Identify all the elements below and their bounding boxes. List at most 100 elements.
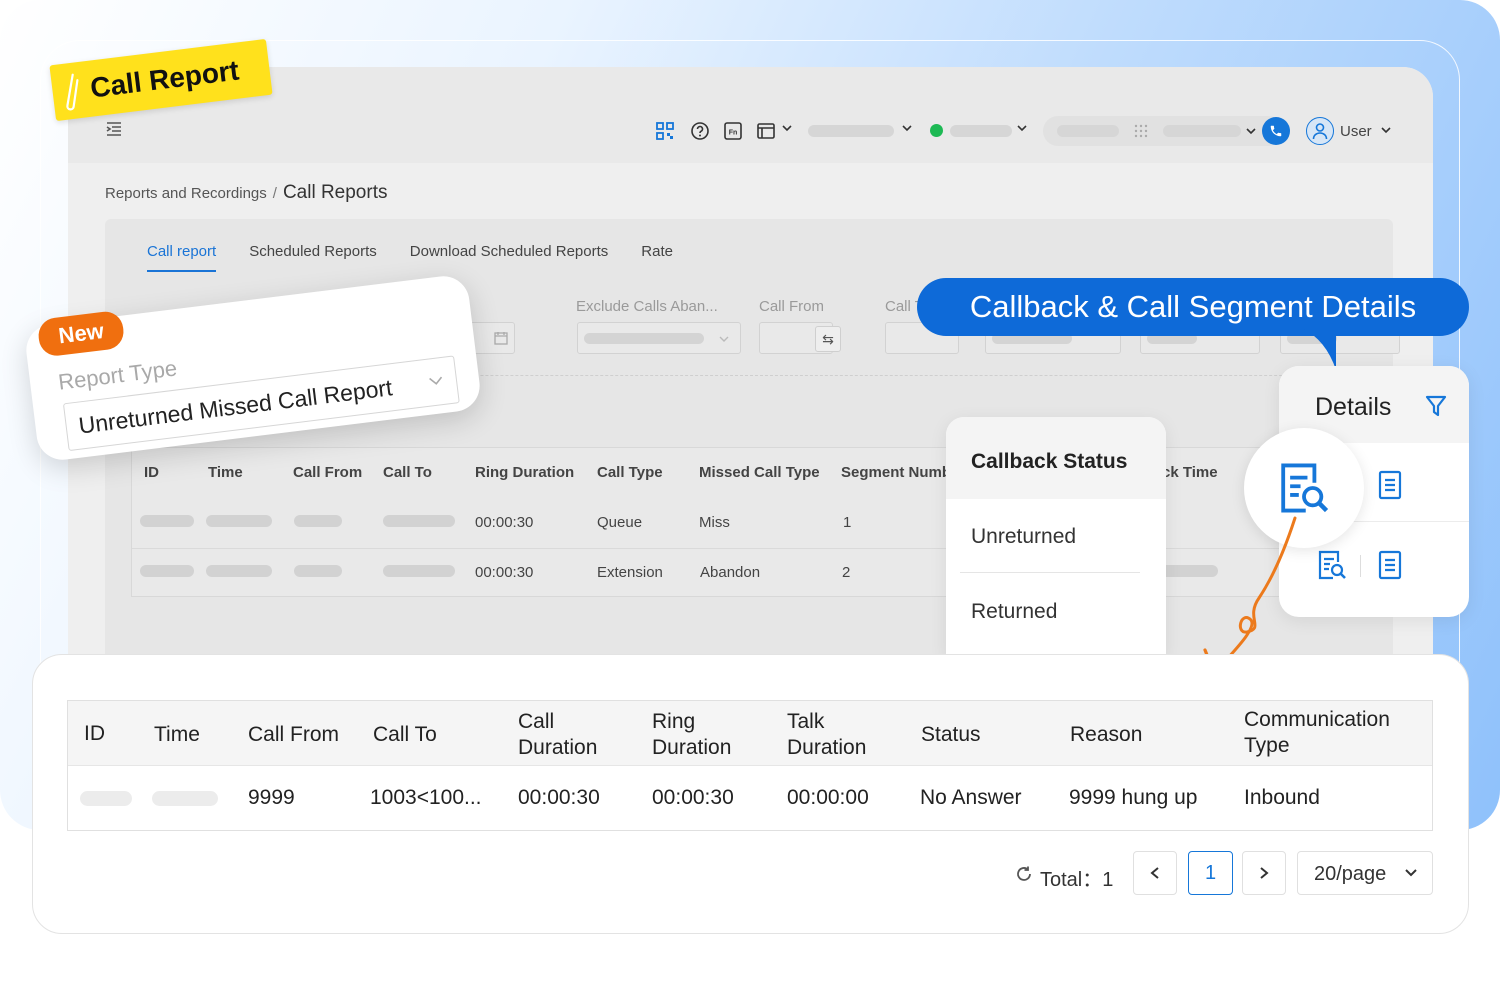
placeholder-pill [80, 791, 132, 806]
user-menu-label[interactable]: User [1340, 123, 1372, 140]
chevron-down-icon [719, 336, 729, 342]
header-line: Duration [518, 736, 598, 759]
placeholder-pill [294, 515, 342, 527]
column-header-talk-duration: Talk Duration [787, 709, 866, 761]
placeholder-pill [206, 515, 272, 527]
window-icon[interactable] [756, 121, 776, 141]
table-header: ID Time Call From Call To Call Duration … [68, 701, 1432, 766]
breadcrumb-separator: / [272, 185, 277, 202]
avatar[interactable] [1306, 117, 1334, 145]
svg-text:Fn: Fn [729, 130, 738, 137]
header-line: Type [1244, 734, 1290, 757]
placeholder-pill [140, 565, 194, 577]
call-button[interactable] [1262, 117, 1290, 145]
swap-icon[interactable]: ⇆ [815, 326, 841, 352]
cell-ring-duration: 00:00:30 [475, 514, 534, 531]
prev-page-button[interactable] [1133, 851, 1177, 895]
page-size-select[interactable]: 20/page [1297, 851, 1433, 895]
search-document-icon[interactable] [1317, 550, 1347, 580]
details-title: Details [1315, 393, 1392, 421]
header-line: Call [518, 710, 555, 733]
callback-status-title: Callback Status [971, 450, 1128, 473]
help-icon[interactable] [690, 121, 710, 141]
tab-rate[interactable]: Rate [641, 243, 673, 272]
qr-code-icon[interactable] [655, 121, 675, 141]
tab-download-scheduled-reports[interactable]: Download Scheduled Reports [410, 243, 608, 272]
column-header-segment-number: Segment Numb [841, 464, 952, 481]
divider [132, 548, 1366, 549]
placeholder-pill [383, 565, 455, 577]
total-count: Total：1 [1040, 869, 1114, 891]
breadcrumb: Reports and Recordings / Call Reports [105, 182, 387, 204]
chevron-down-icon[interactable] [1245, 126, 1257, 136]
column-header-id: ID [144, 464, 159, 481]
placeholder-pill [140, 515, 194, 527]
column-header-callback-time: ck Time [1162, 464, 1218, 481]
online-status-icon [930, 124, 943, 137]
header-line: Duration [652, 736, 732, 759]
paperclip-icon [66, 73, 79, 111]
status-option-returned[interactable]: Returned [971, 600, 1057, 624]
chevron-down-icon[interactable] [901, 123, 913, 133]
call-segment-details-card: ID Time Call From Call To Call Duration … [32, 654, 1469, 934]
speech-tail [1302, 328, 1336, 370]
column-header-call-to: Call To [383, 464, 432, 481]
placeholder-pill [584, 333, 704, 344]
exclude-calls-label: Exclude Calls Aban... [576, 298, 718, 315]
function-key-icon[interactable]: Fn [723, 121, 743, 141]
call-from-label: Call From [759, 298, 825, 315]
cell-segment-number: 2 [842, 564, 851, 581]
cell-talk-duration: 00:00:00 [787, 786, 869, 809]
placeholder-pill [383, 515, 455, 527]
phone-input-group[interactable] [1043, 116, 1283, 146]
tab-scheduled-reports[interactable]: Scheduled Reports [249, 243, 377, 272]
placeholder-pill [152, 791, 218, 806]
cell-missed-call-type: Abandon [700, 564, 761, 581]
placeholder-pill [1057, 125, 1119, 137]
breadcrumb-parent[interactable]: Reports and Recordings [105, 185, 267, 202]
cell-call-type: Extension [597, 564, 663, 581]
dialpad-icon[interactable] [1134, 124, 1148, 138]
column-header-status: Status [921, 723, 981, 746]
placeholder-pill [294, 565, 342, 577]
callback-status-header: Callback Status [946, 417, 1166, 499]
header-line: Talk [787, 710, 825, 733]
exclude-calls-select[interactable] [577, 322, 741, 354]
menu-collapse-icon[interactable] [106, 122, 122, 136]
cell-call-duration: 00:00:30 [518, 786, 600, 809]
document-icon[interactable] [1377, 550, 1403, 580]
column-header-call-type: Call Type [597, 464, 663, 481]
page-number-button[interactable]: 1 [1188, 851, 1233, 895]
user-icon [1312, 123, 1328, 140]
callback-feature-tag: Callback & Call Segment Details [917, 278, 1469, 336]
column-header-time: Time [154, 723, 200, 746]
sticker-title: Call Report [88, 54, 241, 104]
chevron-down-icon[interactable] [781, 123, 793, 133]
search-document-icon [1281, 463, 1329, 513]
next-page-button[interactable] [1242, 851, 1286, 895]
column-header-id: ID [84, 722, 105, 745]
phone-icon [1270, 125, 1282, 137]
column-header-communication-type: Communication Type [1244, 707, 1390, 759]
divider [1360, 555, 1361, 577]
cell-ring-duration: 00:00:30 [652, 786, 734, 809]
refresh-icon[interactable] [1015, 865, 1033, 883]
cell-segment-number: 1 [843, 514, 852, 531]
filter-icon[interactable] [1425, 394, 1447, 418]
chevron-down-icon[interactable] [1380, 125, 1392, 135]
report-type-label: Report Type [56, 355, 179, 395]
report-tabs: Call report Scheduled Reports Download S… [147, 243, 673, 272]
placeholder-pill [1163, 125, 1241, 137]
chevron-down-icon [1405, 869, 1417, 877]
document-icon[interactable] [1377, 470, 1403, 500]
page-size-value: 20/page [1314, 863, 1387, 885]
cell-missed-call-type: Miss [699, 514, 730, 531]
column-header-ring-duration: Ring Duration [475, 464, 575, 481]
status-option-unreturned[interactable]: Unreturned [971, 525, 1076, 549]
tab-call-report[interactable]: Call report [147, 243, 217, 272]
chevron-right-icon [1260, 867, 1269, 879]
chevron-down-icon[interactable] [1016, 123, 1028, 133]
column-header-call-to: Call To [373, 723, 437, 746]
calendar-icon [494, 332, 508, 345]
cell-communication-type: Inbound [1244, 786, 1320, 809]
